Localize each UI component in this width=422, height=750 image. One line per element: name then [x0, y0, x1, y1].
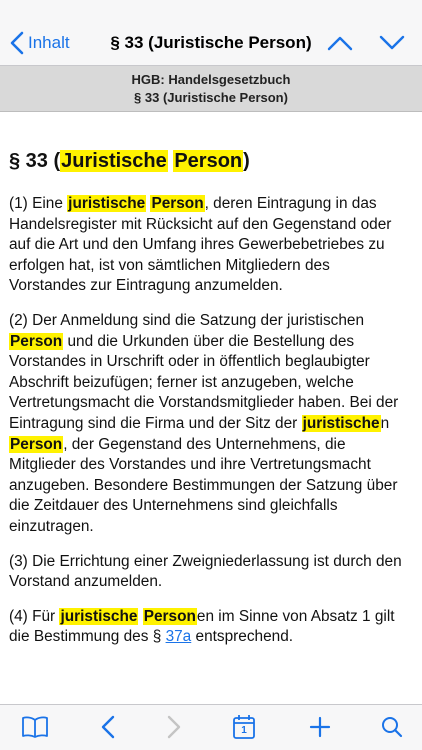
search-highlight: Juristische	[60, 150, 168, 172]
bookmarks-button[interactable]	[20, 713, 50, 741]
heading-suffix: )	[243, 150, 250, 172]
text-segment: entsprechend.	[191, 628, 294, 646]
plus-icon	[309, 716, 331, 738]
search-icon	[382, 717, 403, 738]
search-highlight: juristische	[59, 607, 139, 625]
back-nav-button[interactable]	[93, 713, 123, 741]
search-highlight: Person	[9, 332, 64, 350]
section-name: § 33 (Juristische Person)	[134, 90, 288, 105]
section-content: § 33 (Juristische Person) (1) Eine juris…	[9, 146, 411, 662]
search-highlight: Person	[142, 607, 197, 625]
search-highlight: Person	[150, 195, 205, 212]
chevron-up-icon	[327, 36, 353, 51]
forward-nav-button[interactable]	[159, 713, 189, 741]
section-link-37a[interactable]: 37a	[166, 628, 192, 645]
book-icon	[22, 716, 48, 738]
chevron-down-icon	[379, 35, 405, 50]
heading-prefix: § 33 (	[9, 150, 61, 172]
navigation-bar: Inhalt § 33 (Juristische Person)	[0, 0, 422, 66]
bottom-toolbar: 1	[0, 704, 422, 750]
calendar-button[interactable]: 1	[229, 713, 259, 741]
search-highlight: Person	[9, 435, 64, 453]
add-button[interactable]	[305, 713, 335, 741]
back-button[interactable]: Inhalt	[10, 30, 70, 56]
calendar-day: 1	[241, 725, 247, 736]
search-highlight: juristische	[67, 195, 147, 212]
page-title: § 33 (Juristische Person)	[110, 33, 312, 52]
next-section-button[interactable]	[378, 30, 406, 56]
search-highlight: Person	[173, 150, 244, 172]
chevron-left-icon	[10, 31, 24, 55]
paragraph-4: (4) Für juristische Personen im Sinne vo…	[9, 607, 411, 648]
text-segment: n	[380, 414, 390, 432]
text-segment: (1) Eine	[9, 195, 68, 212]
law-name: HGB: Handelsgesetzbuch	[131, 72, 291, 87]
section-heading: § 33 (Juristische Person)	[9, 146, 411, 176]
arrow-right-icon	[167, 715, 181, 739]
back-button-label: Inhalt	[28, 33, 70, 52]
search-highlight: juristische	[301, 414, 381, 432]
search-button[interactable]	[377, 713, 407, 741]
arrow-left-icon	[101, 715, 115, 739]
previous-section-button[interactable]	[326, 30, 354, 56]
text-segment: , der Gegenstand des Unternehmens, die M…	[9, 435, 398, 535]
text-segment: (4) Für	[9, 607, 60, 625]
paragraph-2: (2) Der Anmeldung sind die Satzung der j…	[9, 311, 411, 538]
paragraph-3: (3) Die Errichtung einer Zweigniederlass…	[9, 552, 402, 591]
paragraph-1: (1) Eine juristische Person, deren Eintr…	[9, 194, 411, 297]
breadcrumb-header: HGB: Handelsgesetzbuch § 33 (Juristische…	[0, 66, 422, 112]
text-segment: (2) Der Anmeldung sind die Satzung der j…	[9, 311, 365, 329]
